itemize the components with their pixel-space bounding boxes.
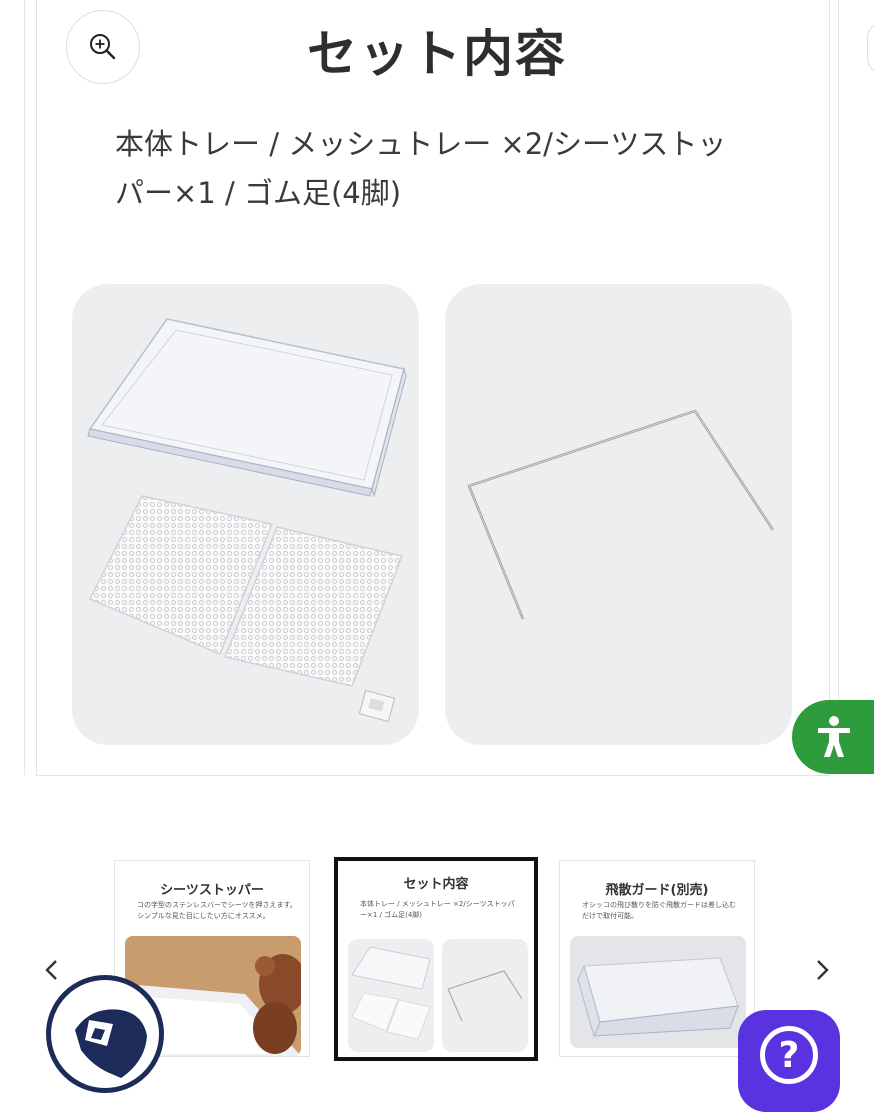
chevron-left-icon xyxy=(45,960,57,980)
previous-slide-edge xyxy=(0,0,25,775)
thumbnail-prev-arrow[interactable] xyxy=(37,955,67,985)
thumbnail-next-arrow[interactable] xyxy=(807,955,837,985)
thumbnail-image-trays xyxy=(348,939,434,1052)
thumbnail-title: シーツストッパー xyxy=(160,883,264,898)
thumbnail-text: オシッコの飛び散りを防ぐ飛散ガードは差し込むだけで取付可能。 xyxy=(582,901,736,920)
product-trays-image xyxy=(72,284,419,745)
slide-title: セット内容 xyxy=(307,25,567,83)
next-slide-edge xyxy=(838,0,874,775)
sheet-stopper-image xyxy=(445,284,792,745)
thumbnail-text: 本体トレー / メッシュトレー ×2/シーツストッパー×1 / ゴム足(4脚) xyxy=(360,900,515,919)
thumbnail-set-contents[interactable]: セット内容 本体トレー / メッシュトレー ×2/シーツストッパー×1 / ゴム… xyxy=(334,857,538,1061)
accessibility-button[interactable] xyxy=(792,700,874,774)
help-button[interactable]: ? xyxy=(738,1010,840,1112)
thumbnail-title: 飛散ガード(別売) xyxy=(605,883,709,898)
chevron-right-icon xyxy=(817,960,829,980)
question-icon: ? xyxy=(760,1026,818,1084)
thumbnail-image-stopper xyxy=(442,939,528,1052)
thumbnail-splash-guard[interactable]: 飛散ガード(別売) オシッコの飛び散りを防ぐ飛散ガードは差し込むだけで取付可能。 xyxy=(559,860,755,1057)
slide-description: 本体トレー / メッシュトレー ×2/シーツストッパー×1 / ゴム足(4脚) xyxy=(115,127,727,210)
thumbnail-image-splash-guard xyxy=(570,936,746,1048)
thumbnail-text: コの字型のステンレスバーでシーツを押さえます。シンプルな見た目にしたい方にオスス… xyxy=(137,901,297,920)
brand-logo[interactable] xyxy=(46,975,164,1093)
accessibility-icon xyxy=(818,716,850,757)
thumbnail-title: セット内容 xyxy=(403,877,469,892)
